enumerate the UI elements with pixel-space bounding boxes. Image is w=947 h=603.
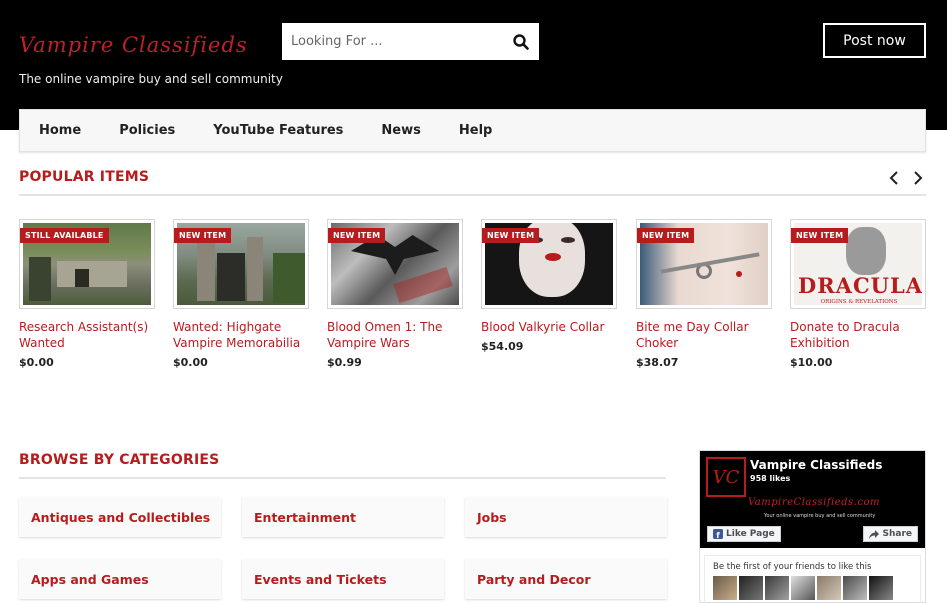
carousel-next-button[interactable] xyxy=(911,168,925,188)
item-title[interactable]: Blood Valkyrie Collar xyxy=(481,319,617,335)
popular-item: STILL AVAILABLE Research Assistant(s) Wa… xyxy=(19,219,155,369)
popular-item: DRACULA ORIGINS & REVELATIONS NEW ITEM D… xyxy=(790,219,926,369)
avatar[interactable] xyxy=(739,576,763,600)
nav-policies[interactable]: Policies xyxy=(100,123,194,138)
facebook-friends-box: Be the first of your friends to like thi… xyxy=(704,555,921,603)
category-events-and-tickets[interactable]: Events and Tickets xyxy=(242,559,444,599)
item-thumbnail[interactable]: DRACULA ORIGINS & REVELATIONS NEW ITEM xyxy=(790,219,926,309)
popular-item: NEW ITEM Wanted: Highgate Vampire Memora… xyxy=(173,219,309,369)
avatar[interactable] xyxy=(791,576,815,600)
item-title[interactable]: Donate to Dracula Exhibition xyxy=(790,319,926,351)
item-price: $38.07 xyxy=(636,356,679,369)
chevron-right-icon xyxy=(914,171,923,185)
category-jobs[interactable]: Jobs xyxy=(465,497,667,537)
item-price: $0.99 xyxy=(327,356,362,369)
share-icon xyxy=(869,529,880,539)
category-entertainment[interactable]: Entertainment xyxy=(242,497,444,537)
popular-item: NEW ITEM Blood Omen 1: The Vampire Wars … xyxy=(327,219,463,369)
item-price: $10.00 xyxy=(790,356,833,369)
category-party-and-decor[interactable]: Party and Decor xyxy=(465,559,667,599)
facebook-cover-tagline: Your online vampire buy and sell communi… xyxy=(764,513,876,519)
chevron-left-icon xyxy=(889,171,898,185)
item-thumbnail[interactable]: NEW ITEM xyxy=(481,219,617,309)
item-badge: NEW ITEM xyxy=(174,228,232,243)
carousel-controls xyxy=(887,168,925,188)
facebook-cover-url: VampireClassifieds.com xyxy=(748,497,880,508)
search-icon xyxy=(513,33,529,50)
item-price: $54.09 xyxy=(481,340,524,353)
nav-news[interactable]: News xyxy=(362,123,439,138)
avatar[interactable] xyxy=(869,576,893,600)
facebook-like-page-button[interactable]: f Like Page xyxy=(707,526,781,542)
item-title[interactable]: Blood Omen 1: The Vampire Wars xyxy=(327,319,463,351)
nav-home[interactable]: Home xyxy=(20,123,100,138)
item-badge: NEW ITEM xyxy=(637,228,695,243)
categories-divider xyxy=(19,477,666,479)
categories-title: BROWSE BY CATEGORIES xyxy=(19,452,220,468)
dracula-subtitle-text: ORIGINS & REVELATIONS xyxy=(820,299,898,305)
avatar[interactable] xyxy=(843,576,867,600)
site-tagline: The online vampire buy and sell communit… xyxy=(19,72,283,86)
popular-item: NEW ITEM Bite me Day Collar Choker $38.0… xyxy=(636,219,772,369)
item-thumbnail[interactable]: STILL AVAILABLE xyxy=(19,219,155,309)
svg-text:f: f xyxy=(716,531,720,539)
nav-help[interactable]: Help xyxy=(440,123,511,138)
category-antiques-and-collectibles[interactable]: Antiques and Collectibles xyxy=(19,497,221,537)
nav-youtube-features[interactable]: YouTube Features xyxy=(194,123,362,138)
facebook-friends-text: Be the first of your friends to like thi… xyxy=(713,562,872,572)
carousel-prev-button[interactable] xyxy=(887,168,901,188)
facebook-share-label: Share xyxy=(882,529,912,539)
facebook-icon: f xyxy=(713,529,723,539)
facebook-like-page-label: Like Page xyxy=(726,529,775,539)
post-now-button[interactable]: Post now xyxy=(823,23,926,58)
facebook-friend-avatars xyxy=(713,576,893,600)
item-badge: NEW ITEM xyxy=(328,228,386,243)
main-nav: Home Policies YouTube Features News Help xyxy=(19,109,926,152)
category-apps-and-games[interactable]: Apps and Games xyxy=(19,559,221,599)
avatar[interactable] xyxy=(765,576,789,600)
item-thumbnail[interactable]: NEW ITEM xyxy=(173,219,309,309)
item-title[interactable]: Wanted: Highgate Vampire Memorabilia xyxy=(173,319,309,351)
item-badge: STILL AVAILABLE xyxy=(20,228,109,243)
item-thumbnail[interactable]: NEW ITEM xyxy=(327,219,463,309)
dracula-title-text: DRACULA xyxy=(798,273,922,298)
popular-item: NEW ITEM Blood Valkyrie Collar $54.09 xyxy=(481,219,617,353)
item-thumbnail[interactable]: NEW ITEM xyxy=(636,219,772,309)
item-title[interactable]: Bite me Day Collar Choker xyxy=(636,319,772,351)
facebook-like-count: 958 likes xyxy=(750,474,791,483)
popular-items-title: POPULAR ITEMS xyxy=(19,169,150,185)
facebook-page-widget: VC Vampire Classifieds 958 likes Vampire… xyxy=(699,450,926,603)
item-price: $0.00 xyxy=(173,356,208,369)
site-logo[interactable]: Vampire Classifieds xyxy=(19,33,248,57)
facebook-cover: VC Vampire Classifieds 958 likes Vampire… xyxy=(700,451,925,548)
search-bar xyxy=(282,23,539,60)
item-title[interactable]: Research Assistant(s) Wanted xyxy=(19,319,155,351)
facebook-page-name[interactable]: Vampire Classifieds xyxy=(750,458,882,472)
facebook-share-button[interactable]: Share xyxy=(863,526,918,542)
item-badge: NEW ITEM xyxy=(791,228,849,243)
item-price: $0.00 xyxy=(19,356,54,369)
search-input[interactable] xyxy=(282,23,503,60)
avatar[interactable] xyxy=(713,576,737,600)
popular-divider xyxy=(19,194,926,196)
avatar[interactable] xyxy=(817,576,841,600)
search-button[interactable] xyxy=(503,23,539,60)
item-badge: NEW ITEM xyxy=(482,228,540,243)
facebook-page-logo[interactable]: VC xyxy=(706,457,746,497)
